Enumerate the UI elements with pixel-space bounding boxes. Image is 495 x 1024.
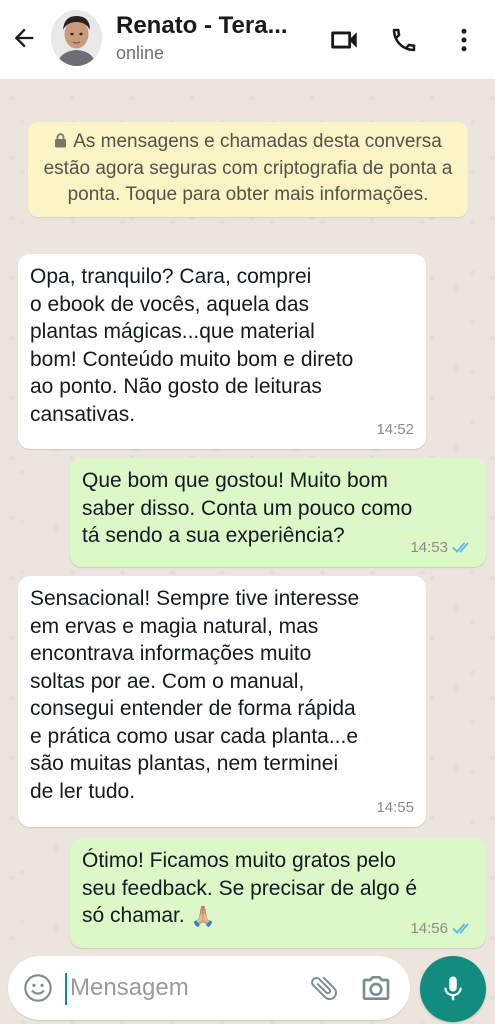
double-check-read-icon	[452, 923, 469, 935]
message-input[interactable]	[70, 970, 300, 1006]
message-compose-bar	[8, 956, 410, 1020]
more-options-button[interactable]	[444, 20, 484, 60]
back-button[interactable]	[8, 22, 40, 54]
more-vert-icon	[461, 28, 467, 52]
message-meta: 14:55	[376, 794, 414, 822]
chat-header: Renato - Tera... online	[0, 0, 495, 80]
encryption-notice-text: As mensagens e chamadas desta conversa e…	[43, 131, 453, 205]
message-text: Opa, tranquilo? Cara, comprei o ebook de…	[30, 265, 354, 426]
phone-icon	[392, 28, 416, 52]
video-call-button[interactable]	[324, 20, 364, 60]
message-time: 14:56	[410, 919, 448, 937]
message-meta: 14:52	[376, 416, 414, 444]
praying-hands-emoji: 🙏🏼	[190, 906, 216, 928]
contact-status: online	[116, 43, 165, 63]
message-bubble-incoming[interactable]: Sensacional! Sempre tive interesse em er…	[18, 576, 426, 827]
double-check-read-icon	[452, 542, 469, 554]
emoji-button[interactable]	[22, 972, 54, 1004]
message-time: 14:55	[376, 798, 414, 816]
message-time: 14:53	[410, 538, 448, 556]
avatar[interactable]	[51, 10, 102, 66]
arrow-back-icon	[14, 28, 34, 48]
camera-button[interactable]	[360, 972, 392, 1004]
emoji-icon	[24, 974, 52, 1002]
microphone-icon	[444, 976, 462, 1001]
message-meta: 14:53	[410, 534, 474, 562]
message-bubble-outgoing[interactable]: Ótimo! Ficamos muito gratos pelo seu fee…	[70, 838, 486, 948]
attach-button[interactable]	[308, 972, 340, 1004]
message-meta: 14:56	[410, 915, 474, 943]
chat-area[interactable]: As mensagens e chamadas desta conversa e…	[0, 80, 495, 1024]
paperclip-icon	[311, 976, 337, 1001]
video-call-icon	[331, 31, 357, 49]
contact-name[interactable]: Renato - Tera...	[116, 11, 306, 41]
message-text: Sensacional! Sempre tive interesse em er…	[30, 587, 360, 803]
camera-icon	[362, 976, 390, 1000]
text-cursor	[65, 973, 67, 1005]
encryption-notice[interactable]: As mensagens e chamadas desta conversa e…	[28, 122, 468, 217]
voice-call-button[interactable]	[384, 20, 424, 60]
message-bubble-outgoing[interactable]: Que bom que gostou! Muito bom saber diss…	[70, 458, 486, 567]
message-time: 14:52	[376, 420, 414, 438]
message-bubble-incoming[interactable]: Opa, tranquilo? Cara, comprei o ebook de…	[18, 254, 426, 449]
message-text-body: Ótimo! Ficamos muito gratos pelo seu fee…	[82, 849, 418, 927]
voice-message-button[interactable]	[420, 956, 486, 1022]
lock-icon	[54, 130, 67, 156]
